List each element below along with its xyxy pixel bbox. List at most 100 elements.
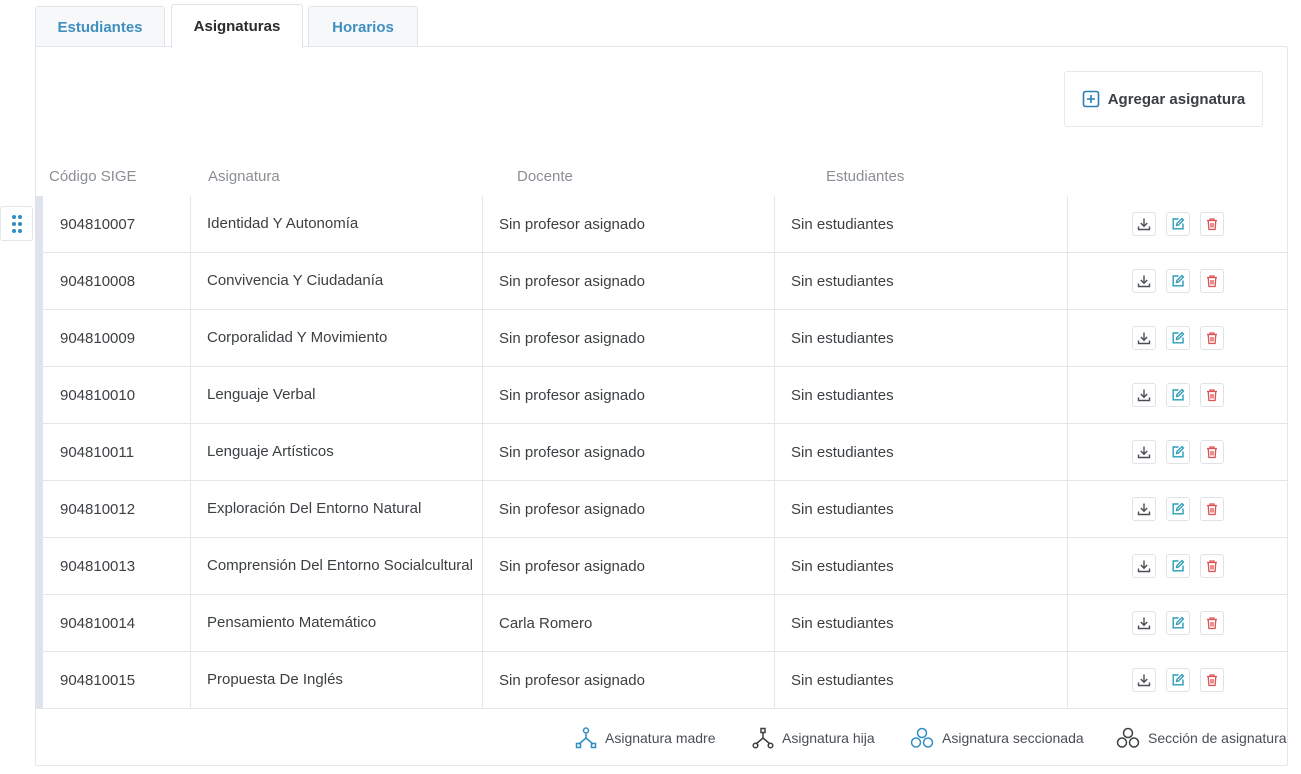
download-button[interactable]: [1131, 497, 1156, 521]
legend: Asignatura madre Asignatura hija Asignat…: [0, 726, 1301, 750]
edit-button[interactable]: [1165, 497, 1190, 521]
cell-actions: [1067, 310, 1287, 366]
tab-estudiantes[interactable]: Estudiantes: [35, 6, 165, 47]
cell-subject: Corporalidad Y Movimiento: [190, 310, 482, 366]
edit-button[interactable]: [1165, 326, 1190, 350]
edit-button[interactable]: [1165, 611, 1190, 635]
cell-subject: Identidad Y Autonomía: [190, 196, 482, 252]
delete-button[interactable]: [1199, 554, 1224, 578]
download-button[interactable]: [1131, 440, 1156, 464]
delete-icon: [1205, 445, 1219, 459]
delete-icon: [1205, 388, 1219, 402]
table-row: 904810009 Corporalidad Y Movimiento Sin pr…: [35, 310, 1287, 367]
cell-actions: [1067, 196, 1287, 252]
col-header-teacher: Docente: [517, 168, 573, 185]
cell-teacher: Sin profesor asignado: [482, 652, 774, 708]
cell-students: Sin estudiantes: [774, 253, 1067, 309]
download-button[interactable]: [1131, 269, 1156, 293]
cell-teacher: Sin profesor asignado: [482, 253, 774, 309]
download-button[interactable]: [1131, 611, 1156, 635]
delete-button[interactable]: [1199, 668, 1224, 692]
parent-subject-icon: [575, 727, 597, 749]
delete-button[interactable]: [1199, 497, 1224, 521]
plus-square-icon: [1082, 90, 1100, 108]
download-button[interactable]: [1131, 668, 1156, 692]
table-header: Código SIGE Asignatura Docente Estudiant…: [35, 168, 1288, 188]
table-row: 904810012 Exploración Del Entorno Natural…: [35, 481, 1287, 538]
col-header-code: Código SIGE: [49, 168, 137, 185]
cell-students: Sin estudiantes: [774, 424, 1067, 480]
table-row: 904810014 Pensamiento Matemático Carla Rom…: [35, 595, 1287, 652]
delete-icon: [1205, 274, 1219, 288]
add-subject-button[interactable]: Agregar asignatura: [1064, 71, 1263, 127]
edit-button[interactable]: [1165, 440, 1190, 464]
download-icon: [1137, 331, 1151, 345]
edit-icon: [1171, 559, 1185, 573]
download-button[interactable]: [1131, 326, 1156, 350]
edit-icon: [1171, 616, 1185, 630]
table-row: 904810007 Identidad Y Autonomía Sin profes…: [35, 196, 1287, 253]
cell-subject: Propuesta De Inglés: [190, 652, 482, 708]
edit-icon: [1171, 673, 1185, 687]
cell-teacher: Sin profesor asignado: [482, 424, 774, 480]
cell-students: Sin estudiantes: [774, 367, 1067, 423]
delete-button[interactable]: [1199, 326, 1224, 350]
download-button[interactable]: [1131, 212, 1156, 236]
cell-subject: Comprensión Del Entorno Socialcultural: [190, 538, 482, 594]
edit-button[interactable]: [1165, 668, 1190, 692]
edit-button[interactable]: [1165, 212, 1190, 236]
download-button[interactable]: [1131, 383, 1156, 407]
col-header-students: Estudiantes: [826, 168, 905, 185]
table-row: 904810015 Propuesta De Inglés Sin profesor…: [35, 652, 1287, 709]
edit-icon: [1171, 445, 1185, 459]
delete-button[interactable]: [1199, 269, 1224, 293]
table-row: 904810010 Lenguaje Verbal Sin profesor asi…: [35, 367, 1287, 424]
delete-button[interactable]: [1199, 611, 1224, 635]
cell-teacher: Sin profesor asignado: [482, 538, 774, 594]
cell-code: 904810007: [60, 215, 136, 233]
delete-button[interactable]: [1199, 383, 1224, 407]
cell-students: Sin estudiantes: [774, 481, 1067, 537]
cell-students: Sin estudiantes: [774, 538, 1067, 594]
cell-code: 904810015: [60, 671, 136, 689]
drag-dots-icon: [11, 214, 22, 233]
delete-icon: [1205, 559, 1219, 573]
cell-teacher: Sin profesor asignado: [482, 196, 774, 252]
cell-students: Sin estudiantes: [774, 652, 1067, 708]
edit-button[interactable]: [1165, 269, 1190, 293]
drag-handle[interactable]: [0, 206, 33, 241]
legend-item-section: Sección de asignatura: [1116, 726, 1287, 750]
cell-actions: [1067, 652, 1287, 708]
cell-teacher: Sin profesor asignado: [482, 481, 774, 537]
cell-teacher: Sin profesor asignado: [482, 367, 774, 423]
cell-code: 904810014: [60, 614, 136, 632]
download-icon: [1137, 616, 1151, 630]
edit-icon: [1171, 331, 1185, 345]
cell-code: 904810008: [60, 272, 136, 290]
delete-button[interactable]: [1199, 440, 1224, 464]
delete-button[interactable]: [1199, 212, 1224, 236]
legend-item-child: Asignatura hija: [752, 726, 875, 750]
cell-students: Sin estudiantes: [774, 595, 1067, 651]
cell-teacher: Carla Romero: [482, 595, 774, 651]
cell-actions: [1067, 538, 1287, 594]
download-icon: [1137, 559, 1151, 573]
legend-label: Asignatura seccionada: [942, 730, 1084, 746]
cell-subject: Lenguaje Verbal: [190, 367, 482, 423]
edit-icon: [1171, 217, 1185, 231]
edit-button[interactable]: [1165, 383, 1190, 407]
edit-button[interactable]: [1165, 554, 1190, 578]
legend-label: Sección de asignatura: [1148, 730, 1287, 746]
cell-actions: [1067, 424, 1287, 480]
tab-asignaturas[interactable]: Asignaturas: [171, 4, 303, 48]
cell-code: 904810011: [60, 443, 134, 461]
tab-horarios[interactable]: Horarios: [308, 6, 418, 47]
delete-icon: [1205, 331, 1219, 345]
cell-subject: Pensamiento Matemático: [190, 595, 482, 651]
download-icon: [1137, 673, 1151, 687]
cell-subject: Exploración Del Entorno Natural: [190, 481, 482, 537]
edit-icon: [1171, 274, 1185, 288]
download-button[interactable]: [1131, 554, 1156, 578]
delete-icon: [1205, 217, 1219, 231]
edit-icon: [1171, 388, 1185, 402]
